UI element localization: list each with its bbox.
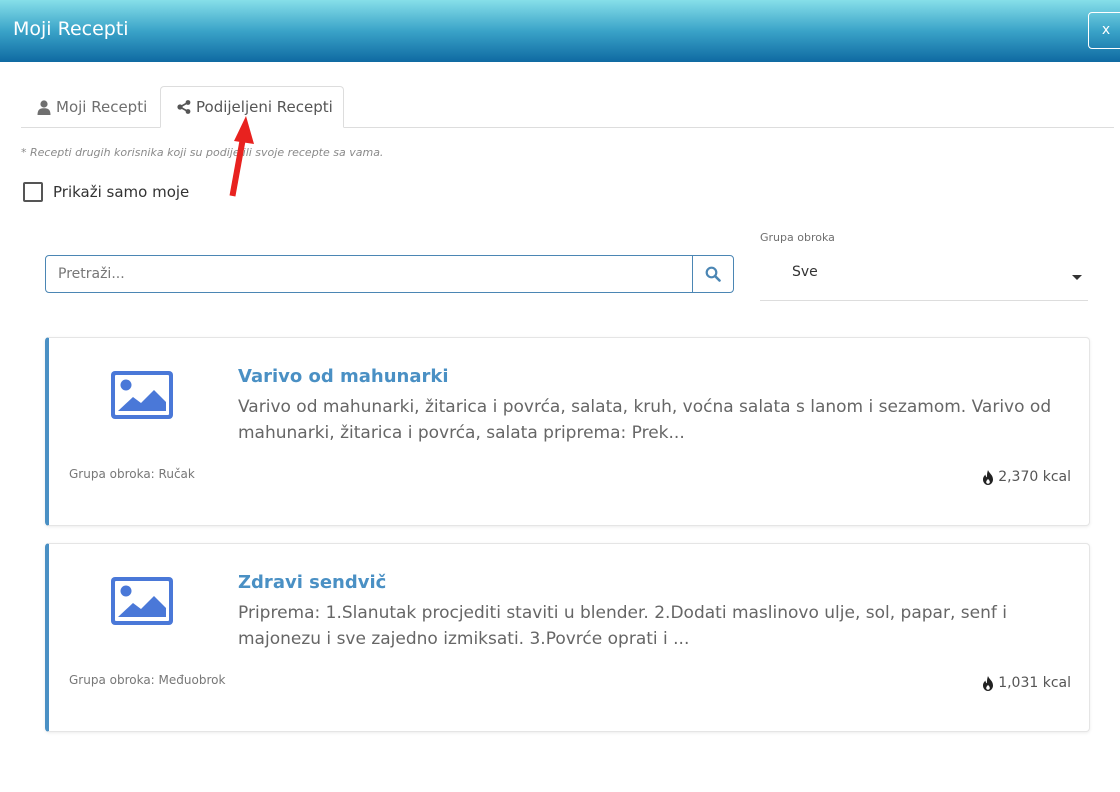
recipe-card[interactable]: Zdravi sendvič Priprema: 1.Slanutak proc… bbox=[45, 543, 1090, 732]
search-input[interactable] bbox=[46, 256, 692, 292]
tab-label: Podijeljeni Recepti bbox=[196, 98, 333, 116]
only-mine-toggle[interactable]: Prikaži samo moje bbox=[23, 182, 189, 202]
fire-icon bbox=[983, 469, 994, 485]
recipe-kcal-value: 2,370 kcal bbox=[998, 469, 1071, 485]
share-icon bbox=[177, 100, 191, 114]
image-placeholder-icon bbox=[111, 577, 173, 625]
image-placeholder-icon bbox=[111, 371, 173, 419]
recipe-calories: 1,031 kcal bbox=[982, 675, 1071, 691]
modal-title: Moji Recepti bbox=[13, 18, 129, 40]
tab-label: Moji Recepti bbox=[56, 98, 148, 116]
tab-podijeljeni-recepti[interactable]: Podijeljeni Recepti bbox=[160, 86, 344, 128]
caret-down-icon bbox=[1072, 275, 1082, 280]
recipe-title[interactable]: Varivo od mahunarki bbox=[238, 366, 449, 387]
meal-group-label: Grupa obroka bbox=[760, 231, 835, 244]
tab-moji-recepti[interactable]: Moji Recepti bbox=[21, 86, 159, 128]
only-mine-checkbox[interactable] bbox=[23, 182, 43, 202]
fire-icon bbox=[983, 675, 994, 691]
recipe-description: Priprema: 1.Slanutak procjediti staviti … bbox=[238, 603, 1007, 649]
search-bar bbox=[45, 255, 734, 293]
search-icon bbox=[705, 266, 721, 282]
close-button[interactable]: x bbox=[1088, 12, 1120, 49]
recipe-description: Varivo od mahunarki, žitarica i povrća, … bbox=[238, 397, 1052, 443]
only-mine-label: Prikaži samo moje bbox=[53, 183, 190, 201]
user-icon bbox=[37, 99, 51, 115]
meal-group-value: Sve bbox=[792, 264, 818, 280]
meal-group-select[interactable]: Sve bbox=[760, 252, 1088, 301]
modal-header: Moji Recepti x bbox=[0, 0, 1120, 62]
shared-recipes-note: * Recepti drugih korisnika koji su podij… bbox=[21, 146, 384, 159]
recipe-calories: 2,370 kcal bbox=[982, 469, 1071, 485]
recipe-meal-group: Grupa obroka: Ručak bbox=[69, 467, 195, 481]
recipe-kcal-value: 1,031 kcal bbox=[998, 675, 1071, 691]
recipe-meal-group: Grupa obroka: Međuobrok bbox=[69, 673, 226, 687]
search-button[interactable] bbox=[692, 256, 733, 292]
recipe-title[interactable]: Zdravi sendvič bbox=[238, 572, 386, 593]
recipe-card[interactable]: Varivo od mahunarki Varivo od mahunarki,… bbox=[45, 337, 1090, 526]
